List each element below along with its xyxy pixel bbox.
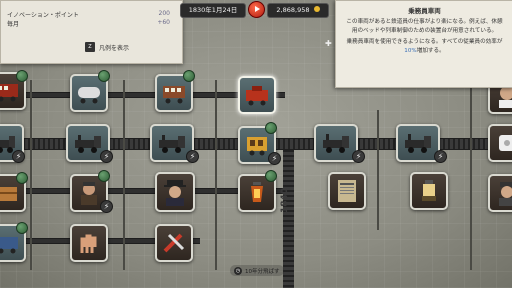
crew-car-icon <box>247 137 267 156</box>
lightning-icon: ⚡ <box>352 150 365 163</box>
tooltip-effect-highlight: 10% <box>404 47 417 54</box>
passenger-car-icon <box>0 84 18 102</box>
freight-car-icon <box>0 237 18 254</box>
monthly-points-row: 毎月 +60 <box>7 19 170 28</box>
research-badge <box>98 70 110 82</box>
monthly-points-value: +60 <box>157 19 170 26</box>
manager-portrait-icon <box>164 180 186 206</box>
locomotive-icon <box>159 135 185 153</box>
research-node-tools[interactable] <box>155 224 193 262</box>
money-display: 2,868,958 <box>267 3 329 18</box>
research-node-hands[interactable] <box>70 224 108 262</box>
research-node-caboose[interactable] <box>238 76 276 114</box>
tooltip-effect-suffix: 増加する。 <box>416 47 445 54</box>
passenger-car-icon <box>163 86 185 104</box>
worker-portrait-icon <box>499 182 512 206</box>
track-vertical-d <box>377 110 379 230</box>
track-vertical-b <box>123 80 125 270</box>
tools-icon <box>163 233 185 253</box>
lightning-icon: ⚡ <box>12 150 25 163</box>
research-badge <box>183 70 195 82</box>
tooltip-description: この車両があると鉄道員の仕事がより楽になる。例えば、休憩用のベッドや列車制御のた… <box>346 19 503 34</box>
tooltip-effect: 乗務員車両を使用できるようになる。すべての従業員の効率が 10%増加する。 <box>346 38 503 55</box>
track-vertical-e <box>470 80 472 270</box>
locomotive-icon <box>75 135 101 153</box>
locomotive-icon <box>405 134 431 153</box>
lantern-icon <box>251 182 263 202</box>
lightning-icon: ⚡ <box>100 150 113 163</box>
timeline-year-label: 1840 <box>280 187 290 213</box>
top-status-bar: 1830年1月24日 2,868,958 <box>180 0 329 20</box>
skip-decade-label: 10年分飛ばす <box>245 268 280 275</box>
hands-icon <box>80 234 97 253</box>
clock-icon: ◷ <box>234 266 242 275</box>
research-node-paper-roll[interactable] <box>488 124 512 162</box>
tooltip-title: 乗務員車両 <box>408 7 441 15</box>
innovation-points-label: イノベーション・ポイント <box>7 12 79 19</box>
lightning-icon: ⚡ <box>186 150 199 163</box>
innovation-points-row: イノベーション・ポイント 200 <box>7 10 170 19</box>
game-date: 1830年1月24日 <box>180 3 246 18</box>
show-legend-button[interactable]: Z 凡例を表示 <box>85 42 129 52</box>
tooltip-effect-prefix: 乗務員車両を使用できるようになる。すべての従業員の効率が <box>346 39 503 45</box>
research-tooltip: 乗務員車両 この車両があると鉄道員の仕事がより楽になる。例えば、休憩用のベッドや… <box>335 0 512 88</box>
research-badge <box>98 170 110 182</box>
show-legend-label: 凡例を表示 <box>99 44 130 52</box>
oil-lamp-icon <box>422 180 436 201</box>
newspaper-icon <box>338 180 356 202</box>
research-badge <box>16 172 28 184</box>
paper-roll-icon <box>499 135 512 151</box>
lightning-icon: ⚡ <box>268 152 281 165</box>
research-badge <box>265 122 277 134</box>
research-node-oil-lamp[interactable] <box>410 172 448 210</box>
tank-car-icon <box>78 87 100 104</box>
locomotive-icon <box>323 134 349 153</box>
legend-key-icon: Z <box>85 42 95 52</box>
research-badge <box>16 70 28 82</box>
innovation-info-panel: イノベーション・ポイント 200 毎月 +60 Z 凡例を表示 <box>0 0 183 64</box>
research-tree-canvas[interactable]: 1840 ⚡ ⚡ ⚡ ⚡ ⚡ ⚡ ⚡ イノベーション・ポイント 200 毎月 +… <box>0 0 512 288</box>
caboose-icon <box>246 86 268 106</box>
money-value: 2,868,958 <box>276 6 310 14</box>
innovation-points-value: 200 <box>158 10 170 17</box>
cargo-icon <box>0 187 17 201</box>
monthly-points-label: 毎月 <box>7 21 20 28</box>
research-node-manager[interactable] <box>155 172 195 212</box>
track-vertical-a <box>30 80 32 270</box>
lightning-icon: ⚡ <box>434 150 447 163</box>
research-node-newspaper[interactable] <box>328 172 366 210</box>
coin-icon <box>313 6 320 12</box>
lightning-icon: ⚡ <box>100 200 113 213</box>
tooltip-pointer-icon: ✚ <box>325 39 332 48</box>
worker-portrait-icon <box>81 182 97 205</box>
play-speed-button[interactable] <box>248 1 265 18</box>
research-node-worker-c[interactable] <box>488 174 512 212</box>
research-badge <box>16 222 28 234</box>
research-badge <box>265 170 277 182</box>
skip-decade-button[interactable]: ◷ 10年分飛ばす <box>230 265 284 276</box>
track-vertical-c <box>215 80 217 270</box>
